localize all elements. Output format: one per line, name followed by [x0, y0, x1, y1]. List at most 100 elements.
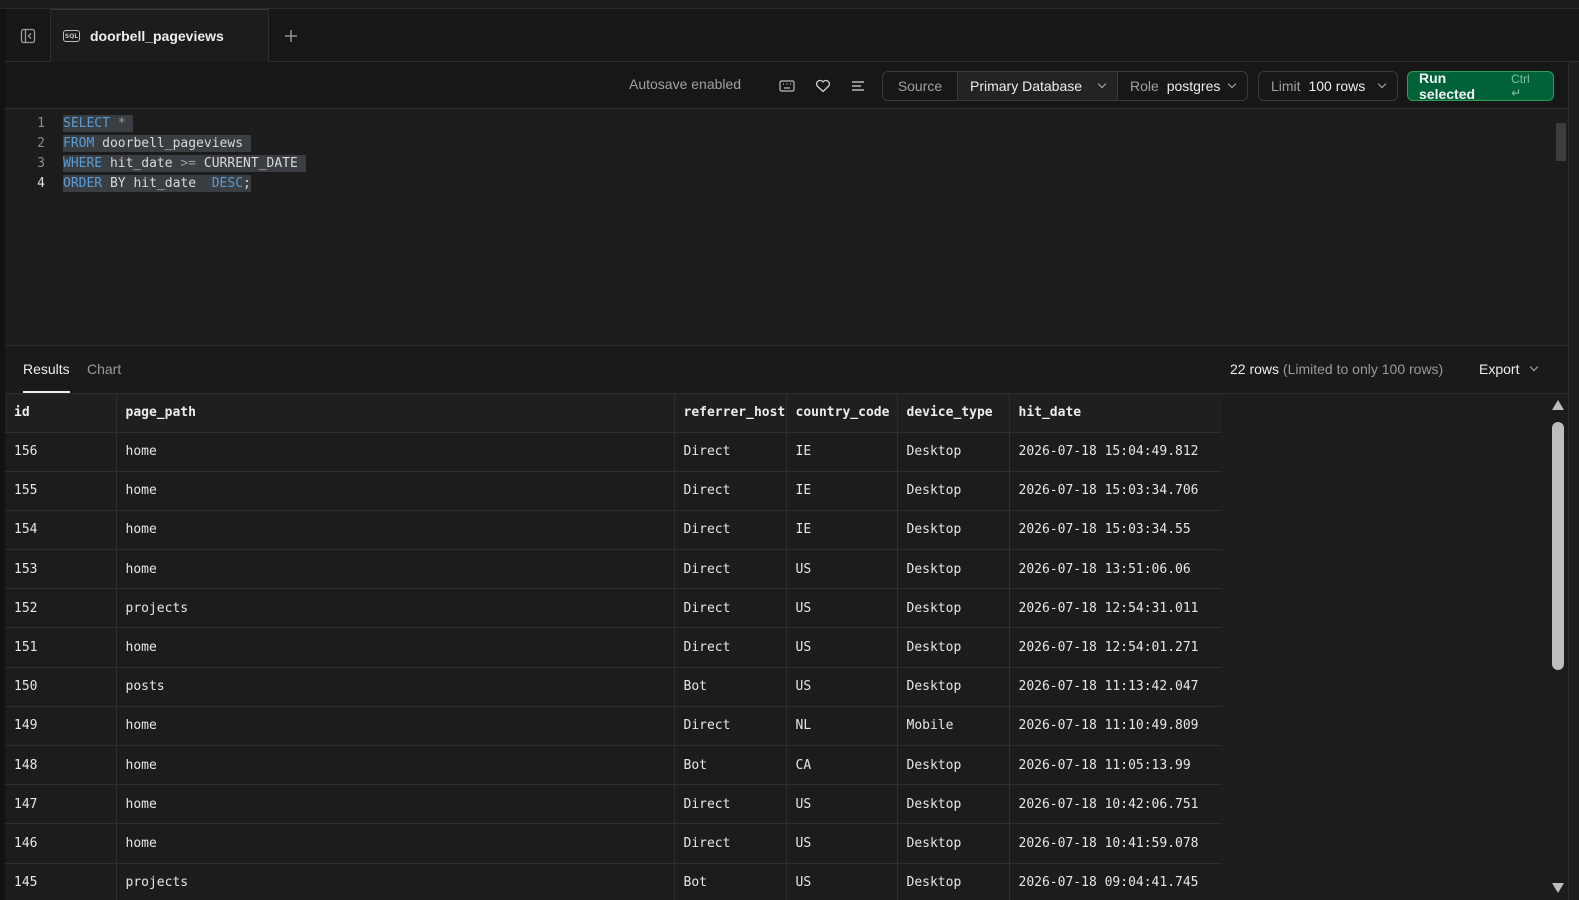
- table-cell[interactable]: Mobile: [897, 706, 1010, 747]
- table-cell[interactable]: 153: [5, 549, 117, 590]
- table-cell[interactable]: US: [786, 627, 898, 668]
- tab-results[interactable]: Results: [23, 361, 70, 377]
- table-row[interactable]: 153 home Direct US Desktop 2026-07-18 13:51:0…: [5, 549, 1222, 590]
- table-cell[interactable]: home: [116, 432, 675, 472]
- table-row[interactable]: 154 home Direct IE Desktop 2026-07-18 15:03:3…: [5, 510, 1222, 551]
- table-cell[interactable]: IE: [786, 510, 898, 551]
- table-cell[interactable]: 151: [5, 627, 117, 668]
- column-header-page-path[interactable]: page_path: [116, 394, 675, 433]
- column-header-hit-date[interactable]: hit_date: [1009, 394, 1222, 433]
- editor-scrollbar[interactable]: [1554, 109, 1568, 345]
- table-cell[interactable]: posts: [116, 667, 675, 707]
- table-cell[interactable]: Desktop: [897, 549, 1010, 590]
- table-cell[interactable]: Direct: [674, 823, 787, 864]
- add-tab-button[interactable]: [277, 22, 305, 50]
- format-sql-button[interactable]: [846, 74, 870, 98]
- table-row[interactable]: 156 home Direct IE Desktop 2026-07-18 15:04:4…: [5, 432, 1222, 472]
- table-cell[interactable]: Desktop: [897, 667, 1010, 707]
- table-cell[interactable]: Direct: [674, 432, 787, 472]
- table-cell[interactable]: 152: [5, 588, 117, 629]
- role-dropdown[interactable]: Role postgres: [1118, 72, 1247, 100]
- table-cell[interactable]: Direct: [674, 549, 787, 590]
- table-row[interactable]: 146 home Direct US Desktop 2026-07-18 10:41:5…: [5, 823, 1222, 864]
- table-cell[interactable]: Desktop: [897, 745, 1010, 786]
- favorite-button[interactable]: [811, 74, 835, 98]
- table-row[interactable]: 148 home Bot CA Desktop 2026-07-18 11:05:13.9…: [5, 745, 1222, 786]
- table-cell[interactable]: Desktop: [897, 510, 1010, 551]
- scroll-down-arrow-icon[interactable]: [1552, 883, 1564, 893]
- table-cell[interactable]: home: [116, 510, 675, 551]
- results-scrollbar[interactable]: [1548, 394, 1568, 900]
- table-cell[interactable]: CA: [786, 745, 898, 786]
- table-row[interactable]: 151 home Direct US Desktop 2026-07-18 12:54:0…: [5, 627, 1222, 668]
- table-cell[interactable]: 2026-07-18 12:54:31.011: [1009, 588, 1222, 629]
- run-selected-button[interactable]: Run selected Ctrl ↵: [1407, 70, 1554, 102]
- table-cell[interactable]: home: [116, 471, 675, 511]
- table-cell[interactable]: 147: [5, 784, 117, 825]
- table-cell[interactable]: projects: [116, 588, 675, 629]
- sidebar-collapse-button[interactable]: [5, 9, 51, 62]
- table-cell[interactable]: 2026-07-18 15:03:34.55: [1009, 510, 1222, 551]
- keyboard-shortcuts-button[interactable]: [775, 74, 799, 98]
- table-cell[interactable]: US: [786, 549, 898, 590]
- table-row[interactable]: 150 posts Bot US Desktop 2026-07-18 11:13:42.…: [5, 667, 1222, 707]
- table-cell[interactable]: home: [116, 745, 675, 786]
- table-cell[interactable]: Direct: [674, 706, 787, 747]
- table-cell[interactable]: home: [116, 627, 675, 668]
- table-cell[interactable]: 145: [5, 863, 117, 900]
- table-cell[interactable]: US: [786, 823, 898, 864]
- limit-dropdown[interactable]: Limit 100 rows: [1258, 71, 1398, 101]
- column-header-referrer-host[interactable]: referrer_host: [674, 394, 787, 433]
- table-cell[interactable]: 2026-07-18 09:04:41.745: [1009, 863, 1222, 900]
- table-cell[interactable]: Desktop: [897, 588, 1010, 629]
- sql-editor[interactable]: 1 SELECT * 2 FROM doorbell_pageviews 3 W…: [5, 109, 1554, 345]
- table-cell[interactable]: IE: [786, 471, 898, 511]
- table-cell[interactable]: NL: [786, 706, 898, 747]
- table-cell[interactable]: 156: [5, 432, 117, 472]
- table-cell[interactable]: Direct: [674, 471, 787, 511]
- table-cell[interactable]: Desktop: [897, 784, 1010, 825]
- table-cell[interactable]: US: [786, 588, 898, 629]
- database-dropdown[interactable]: Primary Database: [957, 72, 1118, 100]
- table-cell[interactable]: home: [116, 706, 675, 747]
- table-cell[interactable]: Desktop: [897, 471, 1010, 511]
- table-cell[interactable]: 2026-07-18 10:42:06.751: [1009, 784, 1222, 825]
- table-row[interactable]: 155 home Direct IE Desktop 2026-07-18 15:03:3…: [5, 471, 1222, 511]
- table-cell[interactable]: Bot: [674, 745, 787, 786]
- table-cell[interactable]: home: [116, 549, 675, 590]
- table-cell[interactable]: Direct: [674, 588, 787, 629]
- table-cell[interactable]: 2026-07-18 11:05:13.99: [1009, 745, 1222, 786]
- table-cell[interactable]: 2026-07-18 10:41:59.078: [1009, 823, 1222, 864]
- table-cell[interactable]: home: [116, 784, 675, 825]
- table-cell[interactable]: IE: [786, 432, 898, 472]
- table-cell[interactable]: 155: [5, 471, 117, 511]
- table-cell[interactable]: 2026-07-18 12:54:01.271: [1009, 627, 1222, 668]
- table-cell[interactable]: Desktop: [897, 432, 1010, 472]
- table-cell[interactable]: Direct: [674, 784, 787, 825]
- table-cell[interactable]: 2026-07-18 11:10:49.809: [1009, 706, 1222, 747]
- table-cell[interactable]: 154: [5, 510, 117, 551]
- column-header-country-code[interactable]: country_code: [786, 394, 898, 433]
- table-cell[interactable]: Desktop: [897, 863, 1010, 900]
- column-header-id[interactable]: id: [5, 394, 117, 433]
- table-cell[interactable]: 148: [5, 745, 117, 786]
- table-cell[interactable]: 2026-07-18 11:13:42.047: [1009, 667, 1222, 707]
- table-row[interactable]: 149 home Direct NL Mobile 2026-07-18 11:10:49…: [5, 706, 1222, 747]
- table-cell[interactable]: US: [786, 863, 898, 900]
- tab-chart[interactable]: Chart: [87, 361, 121, 377]
- table-cell[interactable]: home: [116, 823, 675, 864]
- table-cell[interactable]: 2026-07-18 13:51:06.06: [1009, 549, 1222, 590]
- table-cell[interactable]: 2026-07-18 15:03:34.706: [1009, 471, 1222, 511]
- table-cell[interactable]: projects: [116, 863, 675, 900]
- table-cell[interactable]: Direct: [674, 627, 787, 668]
- editor-scrollbar-thumb[interactable]: [1556, 123, 1566, 161]
- tab-doorbell-pageviews[interactable]: SQL doorbell_pageviews: [51, 9, 269, 62]
- table-cell[interactable]: Bot: [674, 667, 787, 707]
- table-cell[interactable]: 2026-07-18 15:04:49.812: [1009, 432, 1222, 472]
- table-cell[interactable]: Direct: [674, 510, 787, 551]
- table-row[interactable]: 147 home Direct US Desktop 2026-07-18 10:42:0…: [5, 784, 1222, 825]
- table-cell[interactable]: 150: [5, 667, 117, 707]
- table-cell[interactable]: 149: [5, 706, 117, 747]
- results-scrollbar-thumb[interactable]: [1552, 422, 1564, 670]
- scroll-up-arrow-icon[interactable]: [1552, 400, 1564, 410]
